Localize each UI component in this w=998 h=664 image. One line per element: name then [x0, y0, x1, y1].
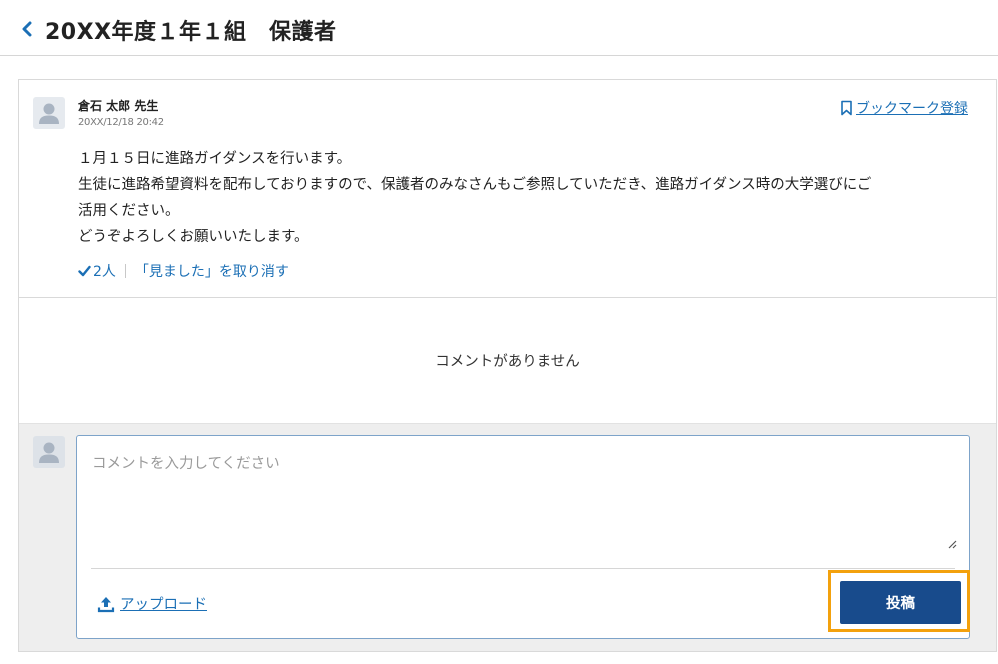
comment-input[interactable]: [77, 436, 969, 566]
current-user-avatar: [33, 436, 65, 468]
bookmark-label: ブックマーク登録: [856, 101, 968, 117]
chevron-left-icon: [22, 21, 32, 37]
user-icon: [39, 442, 59, 463]
compose-divider: [91, 568, 955, 569]
user-icon: [39, 103, 59, 124]
post-body: １月１５日に進路ガイダンスを行います。 生徒に進路希望資料を配布しておりますので…: [78, 146, 978, 250]
post-body-line: １月１５日に進路ガイダンスを行います。: [78, 151, 352, 167]
post-date: 20XX/12/18 20:42: [78, 117, 164, 128]
seen-count-label: 2人: [93, 264, 116, 280]
page-title: 20XX年度１年１組 保護者: [45, 20, 337, 45]
submit-comment-button[interactable]: 投稿: [840, 581, 961, 624]
post-body-line: どうぞよろしくお願いいたします。: [78, 229, 309, 245]
upload-link[interactable]: アップロード: [97, 593, 207, 614]
author-avatar: [33, 97, 65, 129]
comment-compose-area: アップロード 投稿: [19, 423, 996, 651]
bookmark-link[interactable]: ブックマーク登録: [840, 98, 968, 118]
seen-count-button[interactable]: 2人: [78, 261, 116, 281]
post-body-line: 生徒に進路希望資料を配布しておりますので、保護者のみなさんもご参照していただき、…: [78, 177, 872, 193]
reaction-divider: [124, 264, 126, 278]
reactions: 2人 「見ました」を取り消す: [78, 261, 289, 281]
resize-handle-icon[interactable]: [947, 539, 957, 549]
undo-seen-link[interactable]: 「見ました」を取り消す: [135, 261, 289, 281]
author-name: 倉石 太郎 先生: [78, 99, 159, 113]
comment-compose-box: アップロード 投稿: [76, 435, 970, 639]
post: 倉石 太郎 先生 20XX/12/18 20:42 ブックマーク登録 １月１５日…: [19, 80, 996, 297]
bookmark-icon: [841, 100, 852, 116]
highlight-frame: 投稿: [828, 570, 970, 632]
comments-empty-message: コメントがありません: [435, 354, 580, 370]
check-icon: [78, 265, 91, 277]
post-card: 倉石 太郎 先生 20XX/12/18 20:42 ブックマーク登録 １月１５日…: [18, 79, 997, 652]
post-body-line: 活用ください。: [78, 203, 180, 219]
page-header: 20XX年度１年１組 保護者: [0, 0, 998, 56]
back-button[interactable]: [16, 17, 38, 41]
upload-icon: [97, 596, 115, 612]
upload-label: アップロード: [120, 597, 207, 613]
